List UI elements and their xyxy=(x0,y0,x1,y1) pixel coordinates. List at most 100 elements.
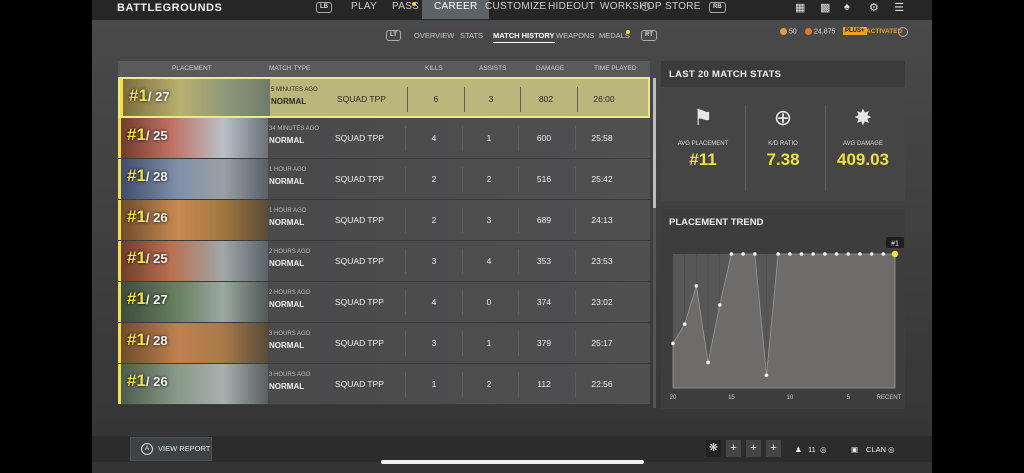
table-row[interactable]: #1/ 26 3 HOURS AGO NORMAL SQUAD TPP 1 2 … xyxy=(118,364,650,405)
nav-customize[interactable]: CUSTOMIZE xyxy=(485,1,546,12)
col-damage: DAMAGE xyxy=(536,65,565,72)
col-divider xyxy=(462,331,463,356)
table-row[interactable]: #1/ 28 1 HOUR AGO NORMAL SQUAD TPP 2 2 5… xyxy=(118,159,650,200)
menu-icon[interactable]: ☰ xyxy=(894,1,904,14)
assists-cell: 3 xyxy=(486,215,492,225)
friends-icon[interactable]: ♟ xyxy=(795,445,802,454)
plus-badge: PLUS+ xyxy=(843,27,867,35)
gear-icon[interactable]: ⚙ xyxy=(869,1,879,14)
match-type: SQUAD TPP xyxy=(335,256,384,266)
bp-amount: 50 xyxy=(789,28,797,36)
stats-title: LAST 20 MATCH STATS xyxy=(661,61,905,87)
kills-cell: 3 xyxy=(431,256,437,266)
time-played-cell: 26:00 xyxy=(593,94,615,104)
match-type: SQUAD TPP xyxy=(337,94,386,104)
crosshair-icon: ⊕ xyxy=(773,105,793,130)
col-divider xyxy=(518,290,519,315)
col-divider xyxy=(462,249,463,274)
rank-number: #1 xyxy=(127,289,146,308)
time-played-cell: 24:13 xyxy=(591,215,613,225)
kills-cell: 2 xyxy=(431,174,437,184)
data-point xyxy=(717,303,722,307)
table-row[interactable]: #1/ 25 2 HOURS AGO NORMAL SQUAD TPP 3 4 … xyxy=(118,241,650,282)
rank-total: / 25 xyxy=(145,251,168,266)
data-point xyxy=(869,252,874,256)
x-tick-label: 20 xyxy=(670,395,677,401)
nav-hideout[interactable]: HIDEOUT xyxy=(548,1,595,12)
col-divider xyxy=(518,372,519,397)
rb-hint: RB xyxy=(709,2,726,13)
nav-store[interactable]: STORE xyxy=(665,1,701,12)
data-point xyxy=(846,252,851,256)
friends-button-icon[interactable]: ◎ xyxy=(820,445,827,454)
tab-weapons[interactable]: WEAPONS xyxy=(556,31,594,40)
col-divider xyxy=(575,126,576,151)
col-divider xyxy=(577,87,578,112)
rank-number: #1 xyxy=(127,207,146,226)
time-played-cell: 22:56 xyxy=(591,379,613,389)
table-header: PLACEMENT MATCH TYPE KILLS ASSISTS DAMAG… xyxy=(118,61,650,77)
placement-accent-bar xyxy=(118,159,121,199)
data-point xyxy=(823,252,827,256)
clan-label[interactable]: CLAN xyxy=(866,445,886,454)
scrollbar-thumb[interactable] xyxy=(653,78,656,208)
rank-total: / 27 xyxy=(147,89,170,104)
latest-badge-label: #1 xyxy=(891,240,899,247)
kd-ratio-stat: ⊕ K/D RATIO 7.38 xyxy=(743,105,823,170)
assists-cell: 2 xyxy=(486,174,492,184)
time-played-cell: 25:17 xyxy=(591,338,613,348)
rank-total: / 28 xyxy=(145,333,168,348)
col-divider xyxy=(518,208,519,233)
col-divider xyxy=(520,87,521,112)
map-thumbnail: #1/ 25 xyxy=(118,241,268,281)
view-report-label: VIEW REPORT xyxy=(158,444,211,453)
table-scrollbar[interactable] xyxy=(653,78,656,408)
kills-cell: 4 xyxy=(431,297,437,307)
player-avatar-icon[interactable]: ❋ xyxy=(706,440,721,457)
col-divider xyxy=(518,249,519,274)
add-squad-slot[interactable]: + xyxy=(746,440,761,457)
bell-icon[interactable]: ♠ xyxy=(844,1,850,13)
mission-icon[interactable]: ▩ xyxy=(820,1,830,14)
tab-stats[interactable]: STATS xyxy=(460,31,483,40)
clan-button-icon[interactable]: ◎ xyxy=(888,445,895,454)
map-thumbnail: #1/ 28 xyxy=(118,159,268,199)
nav-play[interactable]: PLAY xyxy=(351,1,377,12)
clan-icon[interactable]: ▣ xyxy=(851,445,858,454)
avg-placement-label: AVG PLACEMENT xyxy=(677,141,729,147)
tab-overview[interactable]: OVERVIEW xyxy=(414,31,454,40)
add-squad-slot[interactable]: + xyxy=(766,440,781,457)
match-time-ago: 3 HOURS AGO xyxy=(269,372,311,378)
table-row[interactable]: #1/ 25 34 MINUTES AGO NORMAL SQUAD TPP 4… xyxy=(118,118,650,159)
nav-workshop[interactable]: WORKSHOP xyxy=(600,1,662,12)
data-point xyxy=(694,284,699,288)
placement-rank: #1/ 26 xyxy=(127,207,168,227)
table-row[interactable]: #1/ 27 2 HOURS AGO NORMAL SQUAD TPP 4 0 … xyxy=(118,282,650,323)
map-thumbnail: #1/ 27 xyxy=(118,282,268,322)
col-divider xyxy=(518,167,519,192)
add-squad-slot[interactable]: + xyxy=(726,440,741,457)
placement-rank: #1/ 28 xyxy=(127,330,168,350)
tab-match-history[interactable]: MATCH HISTORY xyxy=(493,31,555,43)
gift-icon[interactable]: ▦ xyxy=(795,1,805,14)
nav-career[interactable]: CAREER xyxy=(422,0,490,19)
table-row[interactable]: #1/ 26 1 HOUR AGO NORMAL SQUAD TPP 2 3 6… xyxy=(118,200,650,241)
x-tick-label: 5 xyxy=(847,395,851,401)
plus-info-icon[interactable] xyxy=(898,27,908,37)
rank-number: #1 xyxy=(127,125,146,144)
x-tick-label: 10 xyxy=(786,395,793,401)
placement-trend-chart: #1 20 15 10 5 RECENT xyxy=(670,237,904,401)
rt-hint: RT xyxy=(641,30,657,41)
match-time-ago: 5 MINUTES AGO xyxy=(271,87,318,93)
table-row[interactable]: #1/ 28 3 HOURS AGO NORMAL SQUAD TPP 3 1 … xyxy=(118,323,650,364)
rank-number: #1 xyxy=(127,166,146,185)
match-history-table: PLACEMENT MATCH TYPE KILLS ASSISTS DAMAG… xyxy=(118,61,650,405)
top-nav-bar: BATTLEGROUNDS LB PLAY PASS CAREER CUSTOM… xyxy=(92,0,932,20)
podium-icon: ⚑ xyxy=(693,105,713,130)
table-row[interactable]: #1/ 27 5 MINUTES AGO NORMAL SQUAD TPP 6 … xyxy=(118,77,650,118)
col-divider xyxy=(405,290,406,315)
match-mode: NORMAL xyxy=(271,97,307,106)
view-report-button[interactable]: A VIEW REPORT xyxy=(130,437,212,461)
placement-accent-bar xyxy=(118,282,121,322)
match-time-ago: 2 HOURS AGO xyxy=(269,290,311,296)
